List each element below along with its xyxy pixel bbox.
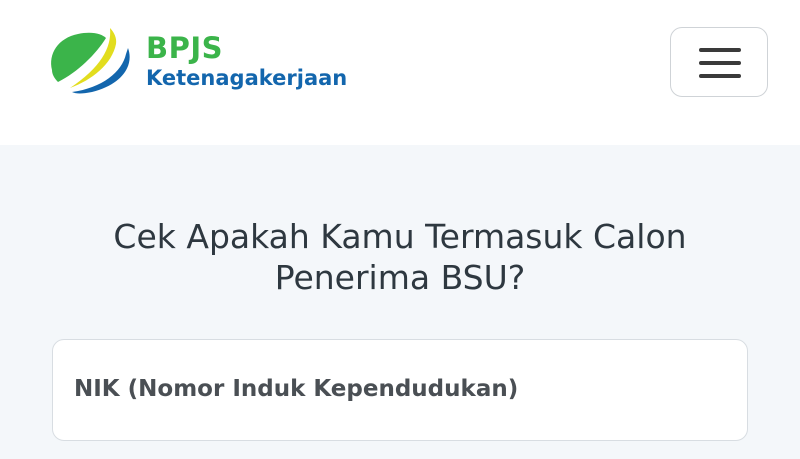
- bpjs-logo[interactable]: BPJS Ketenagakerjaan: [48, 24, 358, 104]
- nik-input-field[interactable]: NIK (Nomor Induk Kependudukan): [52, 339, 748, 441]
- hamburger-menu-icon: [699, 48, 741, 52]
- bpjs-logo-mark-icon: [51, 28, 130, 94]
- brand-name: BPJS: [146, 31, 224, 65]
- brand-subtitle: Ketenagakerjaan: [146, 66, 348, 90]
- hamburger-menu-icon: [699, 74, 741, 78]
- page-title: Cek Apakah Kamu Termasuk Calon Penerima …: [40, 216, 760, 298]
- top-navbar: BPJS Ketenagakerjaan: [0, 0, 800, 145]
- hamburger-menu-icon: [699, 61, 741, 65]
- page-title-line-2: Penerima BSU?: [274, 258, 526, 297]
- hamburger-menu-button[interactable]: [670, 27, 768, 97]
- nik-field-label: NIK (Nomor Induk Kependudukan): [74, 376, 519, 402]
- page-title-line-1: Cek Apakah Kamu Termasuk Calon: [113, 217, 687, 256]
